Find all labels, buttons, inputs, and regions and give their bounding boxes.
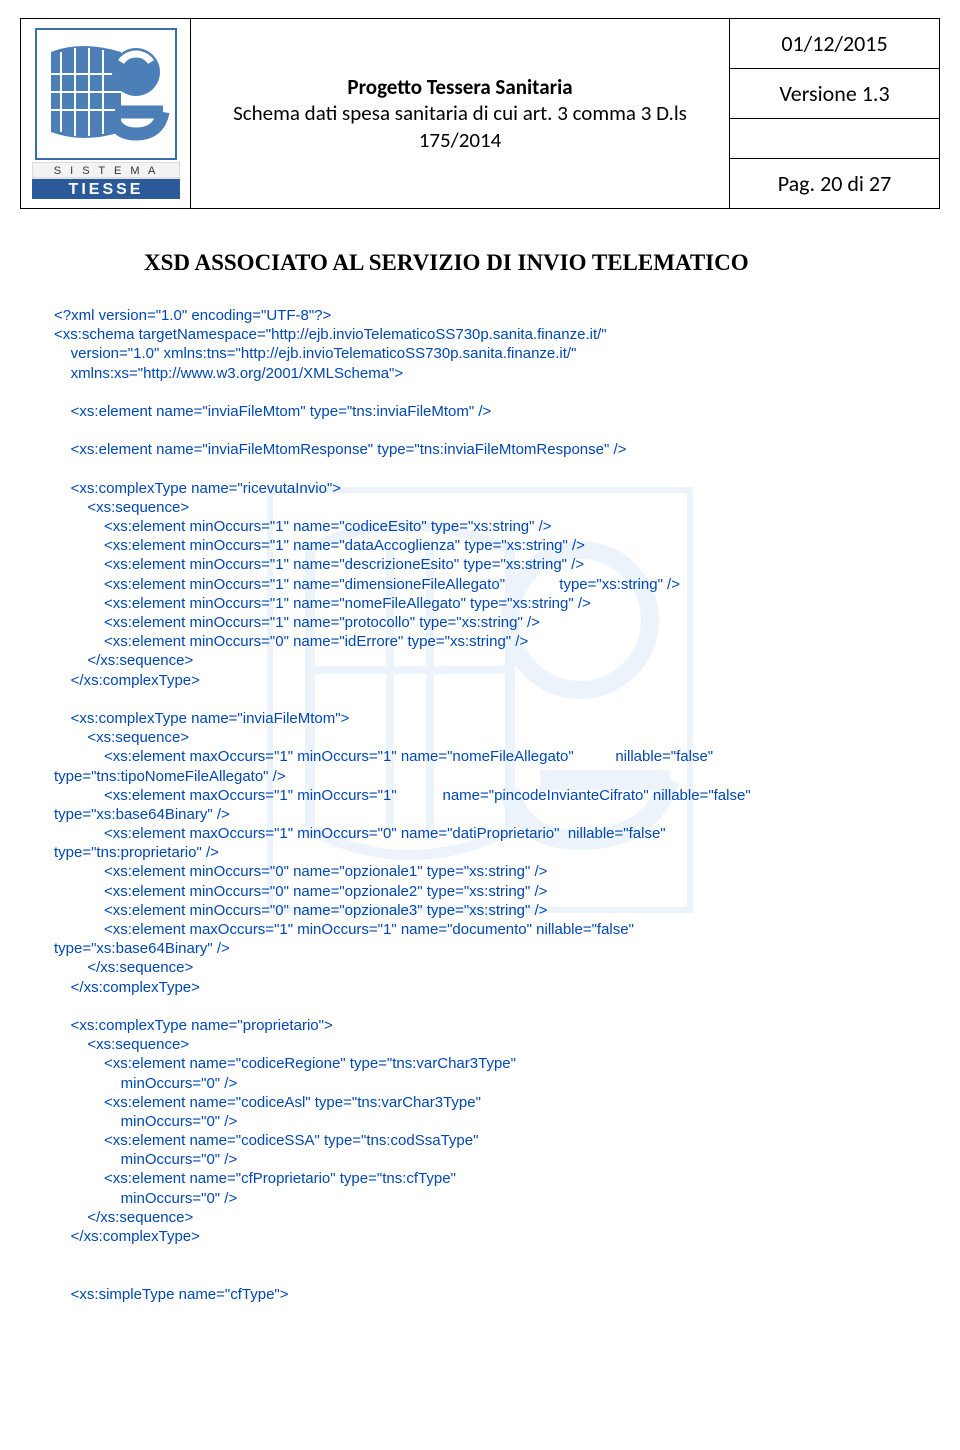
logo-cell: S I S T E M A TIESSE — [21, 19, 191, 209]
document-page-number: Pag. 20 di 27 — [730, 159, 940, 209]
document-subtitle: Schema dati spesa sanitaria di cui art. … — [191, 100, 729, 153]
document-header-table: S I S T E M A TIESSE Progetto Tessera Sa… — [20, 18, 940, 209]
header-empty-cell — [730, 119, 940, 159]
document-body: XSD ASSOCIATO AL SERVIZIO DI INVIO TELEM… — [94, 250, 884, 1304]
xsd-code-block: <?xml version="1.0" encoding="UTF-8"?> <… — [54, 306, 884, 1304]
document-version: Versione 1.3 — [730, 69, 940, 119]
sistema-tiesse-logo: S I S T E M A TIESSE — [32, 162, 180, 200]
svg-text:TIESSE: TIESSE — [68, 181, 143, 198]
section-heading: XSD ASSOCIATO AL SERVIZIO DI INVIO TELEM… — [144, 250, 884, 276]
document-title-cell: Progetto Tessera Sanitaria Schema dati s… — [191, 19, 730, 209]
ts-logo — [35, 28, 177, 160]
document-title: Progetto Tessera Sanitaria — [191, 74, 729, 100]
document-date: 01/12/2015 — [730, 19, 940, 69]
svg-text:S I S T E M A: S I S T E M A — [53, 165, 158, 177]
